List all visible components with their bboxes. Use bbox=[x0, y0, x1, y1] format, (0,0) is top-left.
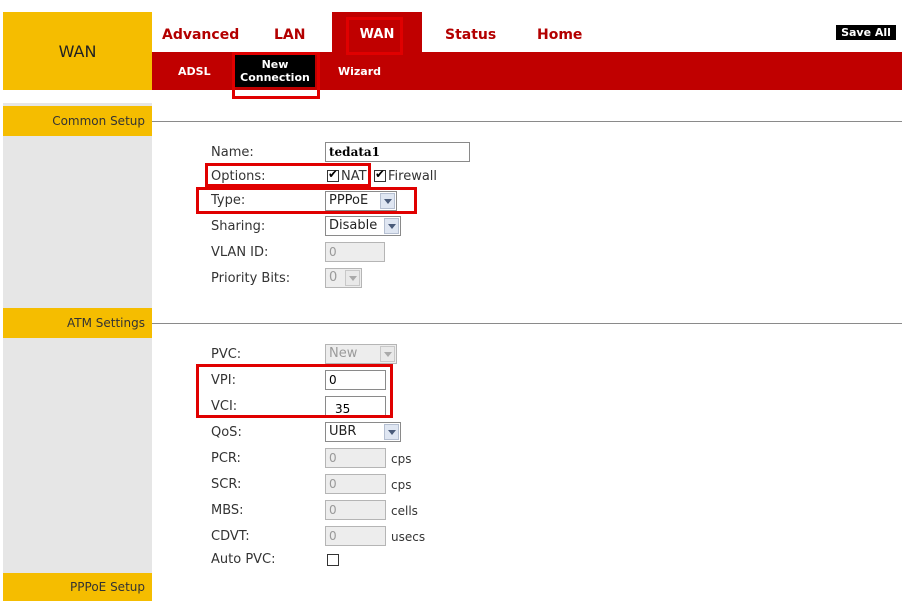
cdvt-input[interactable]: 0 bbox=[325, 526, 386, 546]
highlight-new-connection bbox=[232, 52, 320, 99]
auto-pvc-label: Auto PVC: bbox=[211, 552, 276, 567]
firewall-checkbox[interactable] bbox=[374, 167, 386, 182]
name-label: Name: bbox=[211, 145, 254, 160]
save-all-button[interactable]: Save All bbox=[836, 25, 896, 40]
tab-status[interactable]: Status bbox=[445, 27, 496, 43]
highlight-wan-tab bbox=[346, 17, 403, 55]
priority-bits-value: 0 bbox=[329, 270, 338, 285]
sidebar bbox=[3, 103, 152, 585]
pvc-select[interactable]: New bbox=[325, 344, 397, 364]
scr-unit: cps bbox=[391, 478, 412, 492]
auto-pvc-checkbox[interactable] bbox=[327, 554, 339, 566]
chevron-down-icon bbox=[384, 424, 399, 440]
sharing-select[interactable]: Disable bbox=[325, 216, 401, 236]
subtab-wizard[interactable]: Wizard bbox=[338, 65, 381, 78]
section-divider bbox=[152, 323, 902, 324]
pvc-label: PVC: bbox=[211, 347, 242, 362]
cdvt-label: CDVT: bbox=[211, 529, 250, 544]
pcr-unit: cps bbox=[391, 452, 412, 466]
tab-advanced[interactable]: Advanced bbox=[162, 27, 239, 43]
tab-lan[interactable]: LAN bbox=[274, 27, 305, 43]
qos-select-value: UBR bbox=[329, 424, 357, 439]
mbs-label: MBS: bbox=[211, 503, 244, 518]
highlight-vpi-vci bbox=[196, 364, 393, 418]
mbs-input[interactable]: 0 bbox=[325, 500, 386, 520]
highlight-type bbox=[196, 187, 417, 214]
brand-panel: WAN bbox=[3, 12, 152, 90]
section-common-setup: Common Setup bbox=[3, 106, 152, 136]
section-divider bbox=[152, 121, 902, 122]
section-atm-settings: ATM Settings bbox=[3, 308, 152, 338]
pvc-select-value: New bbox=[329, 346, 358, 361]
section-pppoe-setup: PPPoE Setup bbox=[3, 573, 152, 601]
subtab-adsl[interactable]: ADSL bbox=[178, 65, 211, 78]
firewall-label: Firewall bbox=[388, 169, 438, 184]
tab-home[interactable]: Home bbox=[537, 27, 582, 43]
name-input[interactable]: tedata1 bbox=[325, 142, 470, 162]
scr-label: SCR: bbox=[211, 477, 242, 492]
qos-select[interactable]: UBR bbox=[325, 422, 401, 442]
pcr-label: PCR: bbox=[211, 451, 241, 466]
vlan-id-label: VLAN ID: bbox=[211, 245, 269, 260]
priority-bits-label: Priority Bits: bbox=[211, 271, 291, 286]
mbs-unit: cells bbox=[391, 504, 418, 518]
vlan-id-input[interactable]: 0 bbox=[325, 242, 385, 262]
pcr-input[interactable]: 0 bbox=[325, 448, 386, 468]
sharing-select-value: Disable bbox=[329, 218, 378, 233]
highlight-options bbox=[205, 163, 371, 187]
priority-bits-select[interactable]: 0 bbox=[325, 268, 362, 288]
page-title: WAN bbox=[58, 42, 97, 61]
cdvt-unit: usecs bbox=[391, 530, 426, 544]
qos-label: QoS: bbox=[211, 425, 242, 440]
top-nav: Advanced LAN WAN Status Home bbox=[152, 12, 902, 52]
chevron-down-icon bbox=[384, 218, 399, 234]
sharing-label: Sharing: bbox=[211, 219, 266, 234]
chevron-down-icon bbox=[380, 346, 395, 362]
chevron-down-icon bbox=[345, 270, 360, 286]
scr-input[interactable]: 0 bbox=[325, 474, 386, 494]
